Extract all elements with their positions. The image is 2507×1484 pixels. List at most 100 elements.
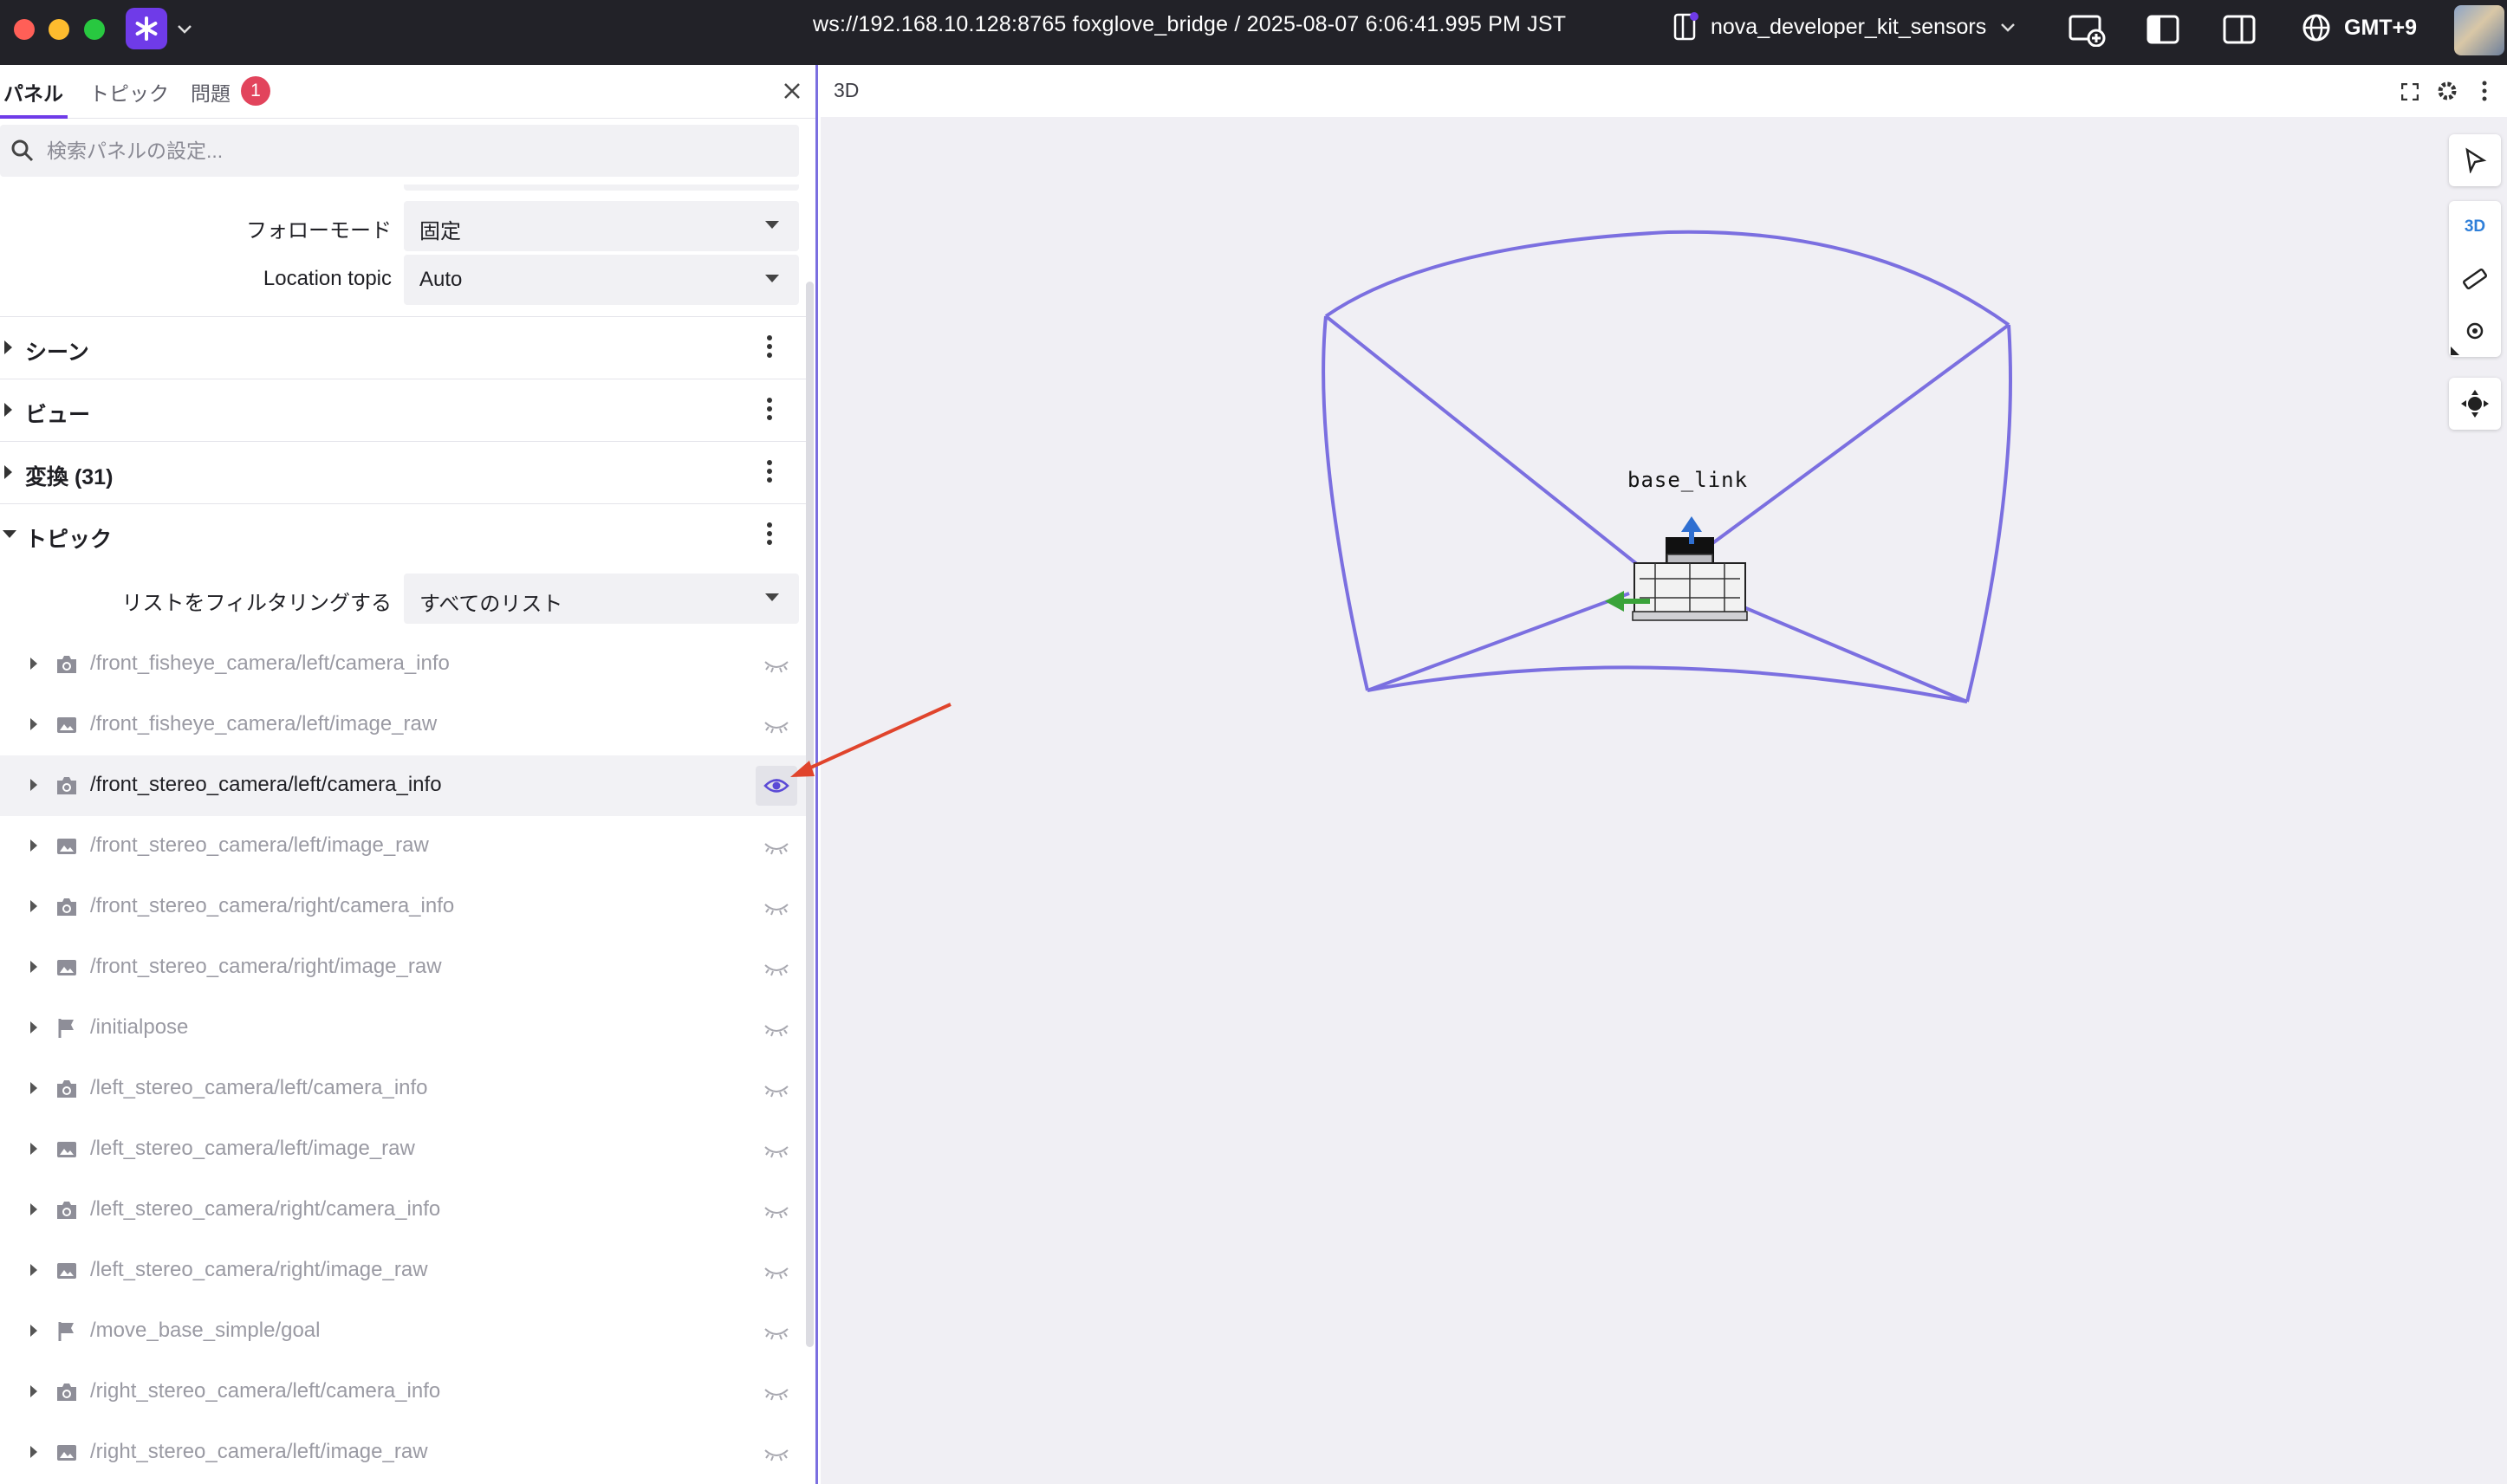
topic-row[interactable]: /left_stereo_camera/left/image_raw <box>0 1119 806 1180</box>
topic-row[interactable]: /right_stereo_camera/left/camera_info <box>0 1362 806 1422</box>
visibility-toggle-button[interactable] <box>756 1372 797 1412</box>
caret-right-icon[interactable] <box>29 1384 38 1398</box>
more-options-icon[interactable] <box>766 459 773 483</box>
visibility-toggle-button[interactable] <box>756 1069 797 1109</box>
chevron-down-icon[interactable] <box>175 19 194 38</box>
3d-mode-button[interactable]: 3D <box>2449 201 2501 253</box>
visibility-toggle-button[interactable] <box>756 826 797 866</box>
close-window-button[interactable] <box>14 19 35 40</box>
target-icon <box>2466 322 2484 340</box>
visibility-toggle-button[interactable] <box>756 1433 797 1473</box>
topic-name: /front_stereo_camera/right/camera_info <box>90 894 455 917</box>
publish-point-button[interactable] <box>2449 305 2501 357</box>
pointer-icon <box>2465 147 2487 173</box>
tab-problems[interactable]: 問題 <box>191 77 231 117</box>
location-topic-select[interactable]: Auto <box>404 255 799 305</box>
visibility-toggle-button[interactable] <box>756 1190 797 1230</box>
visibility-toggle-button[interactable] <box>756 887 797 927</box>
search-input[interactable] <box>47 139 757 163</box>
visibility-toggle-button[interactable] <box>756 1312 797 1351</box>
right-sidebar-toggle-icon[interactable] <box>2222 12 2257 47</box>
sidebar-tabs: パネル トピック 問題 1 <box>0 65 815 119</box>
topic-row[interactable]: /front_fisheye_camera/left/camera_info <box>0 634 806 695</box>
layout-selector[interactable]: nova_developer_kit_sensors <box>1672 12 2017 42</box>
topic-row[interactable]: /front_stereo_camera/right/camera_info <box>0 877 806 937</box>
caret-right-icon[interactable] <box>29 839 38 852</box>
topic-row[interactable]: /front_stereo_camera/left/image_raw <box>0 816 806 877</box>
3d-panel: 3D <box>821 65 2507 1484</box>
topic-name: /left_stereo_camera/left/image_raw <box>90 1137 415 1160</box>
more-options-icon[interactable] <box>766 397 773 421</box>
topic-row[interactable]: /front_stereo_camera/left/camera_info <box>0 755 806 816</box>
settings-gear-icon[interactable] <box>2436 80 2458 102</box>
topic-row[interactable]: /left_stereo_camera/right/image_raw <box>0 1241 806 1301</box>
section-scene[interactable]: シーン <box>0 316 810 379</box>
topic-row[interactable]: /front_stereo_camera/right/image_raw <box>0 937 806 998</box>
caret-right-icon <box>4 465 12 479</box>
topic-row[interactable]: /initialpose <box>0 998 806 1059</box>
visibility-toggle-button[interactable] <box>756 1251 797 1291</box>
close-icon[interactable] <box>780 79 804 103</box>
minimize-window-button[interactable] <box>49 19 69 40</box>
3d-mode-label: 3D <box>2464 217 2486 236</box>
caret-right-icon[interactable] <box>29 1445 38 1459</box>
image-icon <box>55 1442 79 1468</box>
caret-right-icon[interactable] <box>29 1202 38 1216</box>
follow-mode-field: フォローモード 固定 <box>0 201 799 251</box>
image-icon <box>55 1260 79 1286</box>
more-options-icon[interactable] <box>766 334 773 359</box>
caret-right-icon[interactable] <box>29 1142 38 1156</box>
visibility-toggle-button[interactable] <box>756 1130 797 1170</box>
user-avatar[interactable] <box>2454 5 2504 55</box>
caret-right-icon[interactable] <box>29 1081 38 1095</box>
orbit-camera-button[interactable] <box>2449 378 2501 430</box>
more-options-icon[interactable] <box>766 522 773 546</box>
caret-right-icon <box>4 340 12 354</box>
app-menu-button[interactable] <box>126 8 167 49</box>
caret-right-icon[interactable] <box>29 960 38 974</box>
settings-search <box>0 125 799 177</box>
visibility-toggle-button[interactable] <box>756 766 797 806</box>
left-sidebar-toggle-icon[interactable] <box>2146 12 2180 47</box>
chevron-down-icon <box>2001 23 2016 32</box>
section-view[interactable]: ビュー <box>0 379 810 441</box>
select-tool-button[interactable] <box>2449 134 2501 186</box>
topic-filter-select[interactable]: すべてのリスト <box>404 574 799 624</box>
caret-right-icon[interactable] <box>29 1263 38 1277</box>
caret-right-icon[interactable] <box>29 899 38 913</box>
section-transforms[interactable]: 変換 (31) <box>0 441 810 503</box>
connection-title[interactable]: ws://192.168.10.128:8765 foxglove_bridge… <box>813 12 1566 37</box>
topic-name: /front_stereo_camera/left/image_raw <box>90 833 429 857</box>
section-topics[interactable]: トピック <box>0 503 810 566</box>
fullscreen-icon[interactable] <box>2401 83 2419 100</box>
caret-right-icon[interactable] <box>29 778 38 792</box>
topic-row[interactable]: /right_stereo_camera/left/image_raw <box>0 1422 806 1483</box>
tab-topics[interactable]: トピック <box>89 77 169 117</box>
topic-name: /left_stereo_camera/right/image_raw <box>90 1258 428 1281</box>
caret-right-icon[interactable] <box>29 1324 38 1338</box>
topic-name: /front_stereo_camera/left/camera_info <box>90 773 442 796</box>
topic-row[interactable]: /left_stereo_camera/left/camera_info <box>0 1059 806 1119</box>
view-tool-group: 3D <box>2449 201 2501 357</box>
follow-mode-label: フォローモード <box>246 219 392 243</box>
topic-row[interactable]: /move_base_simple/goal <box>0 1301 806 1362</box>
visibility-toggle-button[interactable] <box>756 948 797 988</box>
caret-right-icon[interactable] <box>29 657 38 671</box>
sidebar-scrollbar[interactable] <box>806 282 814 1347</box>
visibility-toggle-button[interactable] <box>756 705 797 745</box>
zoom-window-button[interactable] <box>84 19 105 40</box>
caret-right-icon[interactable] <box>29 717 38 731</box>
visibility-toggle-button[interactable] <box>756 1008 797 1048</box>
panel-menu-icon[interactable] <box>2481 80 2488 102</box>
panel-title: 3D <box>834 79 860 101</box>
visibility-toggle-button[interactable] <box>756 645 797 684</box>
caret-right-icon[interactable] <box>29 1021 38 1034</box>
follow-mode-select[interactable]: 固定 <box>404 201 799 251</box>
timezone-selector[interactable]: GMT+9 <box>2301 12 2417 43</box>
topic-row[interactable]: /front_fisheye_camera/left/image_raw <box>0 695 806 755</box>
flag-icon <box>55 1017 79 1044</box>
add-panel-icon[interactable] <box>2068 12 2106 47</box>
tab-panel[interactable]: パネル <box>3 77 63 117</box>
measure-tool-button[interactable] <box>2449 253 2501 305</box>
topic-row[interactable]: /left_stereo_camera/right/camera_info <box>0 1180 806 1241</box>
